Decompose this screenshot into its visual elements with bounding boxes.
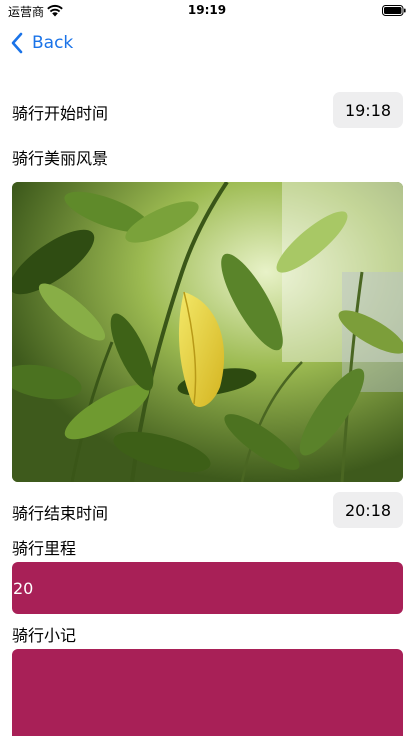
battery-icon bbox=[382, 5, 406, 16]
note-label: 骑行小记 bbox=[12, 626, 77, 645]
distance-value: 20 bbox=[13, 578, 34, 598]
scenery-photo[interactable] bbox=[12, 182, 403, 482]
ride-record-screen: 运营商 19:19 Back 骑行开始时间 19:18 骑行美丽风景 骑行结束时… bbox=[0, 0, 414, 736]
distance-input[interactable]: 20 bbox=[12, 562, 403, 614]
scenery-label: 骑行美丽风景 bbox=[12, 149, 109, 168]
distance-label: 骑行里程 bbox=[12, 539, 77, 558]
chevron-left-icon bbox=[11, 32, 23, 54]
status-bar: 运营商 19:19 bbox=[0, 0, 414, 22]
start-time-picker[interactable]: 19:18 bbox=[333, 92, 403, 128]
note-input[interactable] bbox=[12, 649, 403, 736]
end-time-label: 骑行结束时间 bbox=[12, 504, 109, 523]
back-button[interactable]: Back bbox=[10, 30, 73, 56]
status-time: 19:19 bbox=[187, 3, 227, 17]
leaf-photo bbox=[12, 182, 403, 482]
back-button-label: Back bbox=[32, 33, 74, 53]
start-time-label: 骑行开始时间 bbox=[12, 104, 109, 123]
end-time-picker[interactable]: 20:18 bbox=[333, 492, 403, 528]
